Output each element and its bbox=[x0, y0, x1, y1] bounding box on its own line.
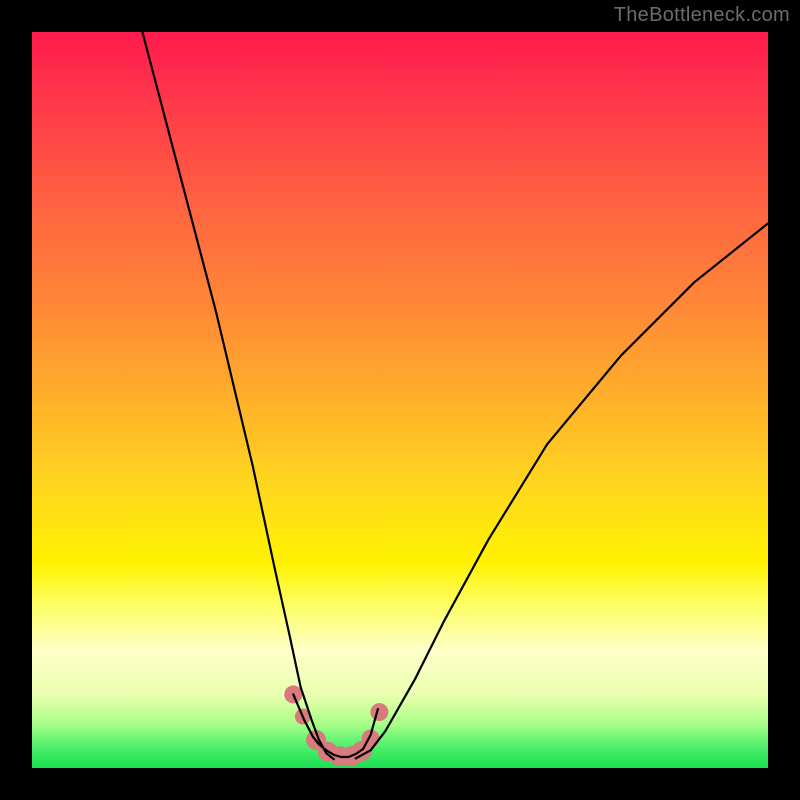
chart-frame: TheBottleneck.com bbox=[0, 0, 800, 800]
chart-svg bbox=[32, 32, 768, 768]
watermark-text: TheBottleneck.com bbox=[614, 4, 790, 27]
marker-dot bbox=[370, 703, 388, 721]
curve-left-branch bbox=[142, 32, 333, 759]
lines-group bbox=[142, 32, 768, 759]
curve-right-branch bbox=[356, 223, 768, 758]
plot-area bbox=[32, 32, 768, 768]
